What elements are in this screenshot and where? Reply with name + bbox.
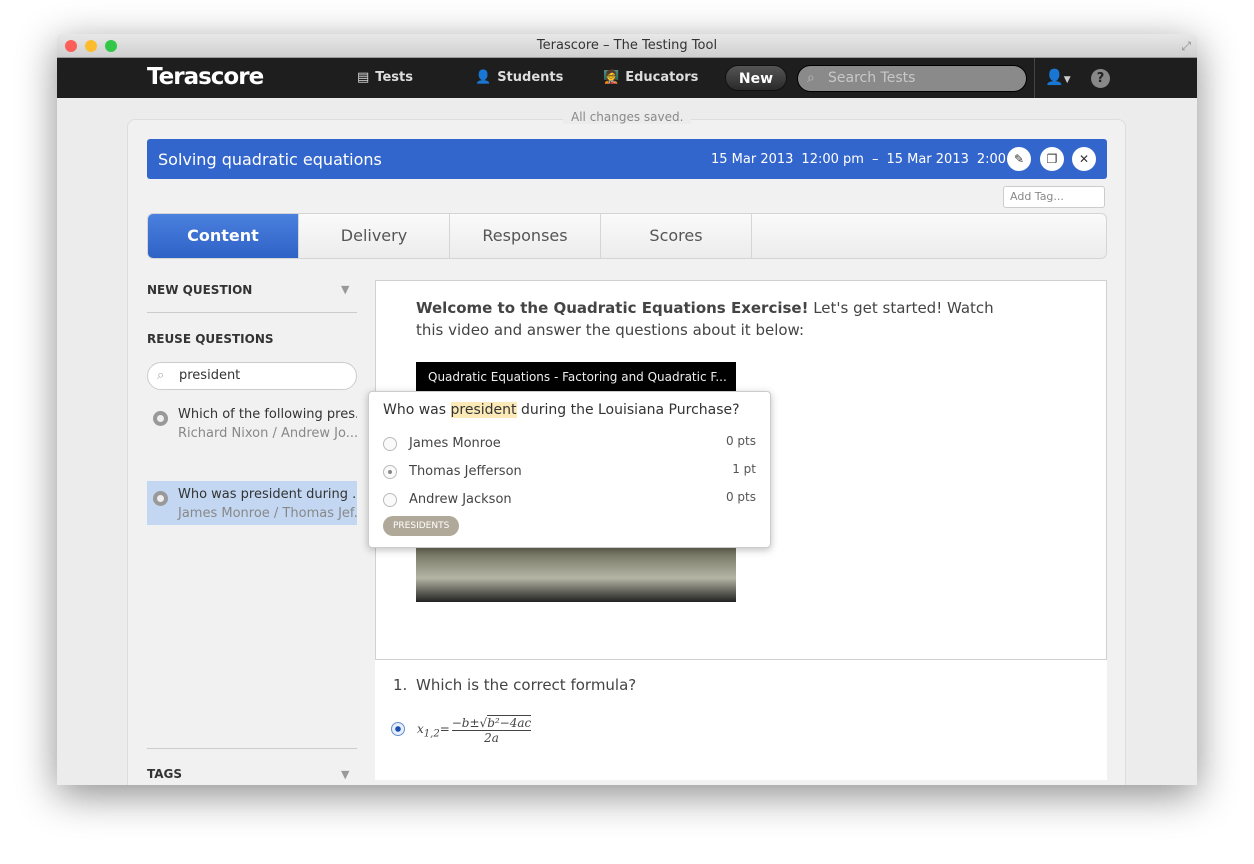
student-icon: 👤 bbox=[475, 70, 492, 85]
q-pre: Who was bbox=[383, 402, 451, 418]
chevron-down-icon[interactable]: ▼ bbox=[341, 768, 349, 781]
radio-icon bbox=[383, 436, 397, 451]
option-points: 0 pts bbox=[725, 434, 756, 448]
user-menu-icon[interactable]: 👤▼ bbox=[1045, 68, 1071, 86]
nav-tests-label: Tests bbox=[375, 70, 413, 85]
help-icon[interactable]: ? bbox=[1091, 69, 1110, 88]
app-window: Terascore – The Testing Tool ⤢ Terascore… bbox=[57, 34, 1197, 785]
question-type-icon bbox=[153, 411, 168, 426]
date-dash: – bbox=[871, 152, 879, 167]
edit-brush-button[interactable]: ✎ bbox=[1007, 147, 1031, 171]
divider bbox=[147, 748, 357, 749]
option-label: James Monroe bbox=[409, 436, 501, 451]
question-text[interactable]: Which is the correct formula? bbox=[416, 676, 636, 694]
start-date: 15 Mar 2013 bbox=[711, 152, 794, 167]
tab-delivery[interactable]: Delivery bbox=[299, 214, 450, 258]
top-nav: Terascore ▤ Tests 👤 Students 🧑‍🏫 Educators … bbox=[57, 58, 1197, 104]
tab-bar: Content Delivery Responses Scores bbox=[147, 213, 1107, 259]
reuse-result-item[interactable]: Which of the following pres... Richard N… bbox=[147, 401, 357, 445]
delete-button[interactable]: ✕ bbox=[1072, 147, 1096, 171]
result-answers: Richard Nixon / Andrew Jo... bbox=[178, 426, 357, 441]
radio-checked-icon bbox=[383, 464, 397, 479]
preview-option-correct: Thomas Jefferson bbox=[383, 464, 522, 479]
option-label: Andrew Jackson bbox=[409, 492, 512, 507]
quadratic-formula-image: x1,2= −b±√b²−4ac 2a bbox=[417, 715, 532, 745]
nav-educators-label: Educators bbox=[625, 70, 699, 85]
question-number: 1. bbox=[393, 676, 408, 694]
logo: Terascore bbox=[147, 64, 264, 90]
option-points: 0 pts bbox=[725, 490, 756, 504]
save-status: All changes saved. bbox=[563, 110, 692, 124]
minimize-window-button[interactable] bbox=[85, 40, 97, 52]
radio-icon bbox=[383, 492, 397, 507]
preview-option: James Monroe bbox=[383, 436, 501, 451]
tags-header[interactable]: TAGS bbox=[147, 767, 182, 781]
result-title: Which of the following pres... bbox=[178, 407, 357, 422]
nav-divider bbox=[1034, 58, 1035, 98]
search-icon: ⌕ bbox=[157, 368, 165, 383]
reuse-search-value: president bbox=[179, 368, 241, 383]
reuse-questions-header: REUSE QUESTIONS bbox=[147, 332, 274, 346]
start-time: 12:00 pm bbox=[801, 152, 864, 167]
tag-badge: PRESIDENTS bbox=[383, 516, 460, 536]
question-preview-popover: Who was president during the Louisiana P… bbox=[368, 391, 771, 548]
close-window-button[interactable] bbox=[65, 40, 77, 52]
add-tag-input[interactable]: Add Tag... bbox=[1003, 186, 1105, 208]
tab-content[interactable]: Content bbox=[148, 214, 299, 258]
answer-radio-selected[interactable] bbox=[391, 722, 405, 736]
nav-students-label: Students bbox=[497, 70, 564, 85]
question-area: 1. Which is the correct formula? x1,2= −b… bbox=[375, 660, 1107, 780]
q-post: during the Louisiana Purchase? bbox=[516, 402, 740, 418]
search-highlight: president bbox=[450, 402, 517, 418]
title-bar: Terascore – The Testing Tool ⤢ bbox=[57, 34, 1197, 58]
reuse-search-input[interactable]: ⌕ president bbox=[147, 362, 357, 390]
question-type-icon bbox=[153, 491, 168, 506]
chevron-down-icon[interactable]: ▼ bbox=[341, 283, 349, 296]
test-schedule[interactable]: 15 Mar 2013 12:00 pm –15 Mar 2013 2:00 pm bbox=[711, 152, 1031, 167]
zoom-window-button[interactable] bbox=[105, 40, 117, 52]
search-icon: ⌕ bbox=[807, 70, 815, 86]
fullscreen-icon[interactable]: ⤢ bbox=[1181, 34, 1191, 58]
list-icon: ▤ bbox=[357, 70, 370, 85]
nav-educators[interactable]: 🧑‍🏫 Educators bbox=[603, 70, 698, 85]
new-button[interactable]: New bbox=[725, 65, 787, 91]
search-placeholder: Search Tests bbox=[828, 70, 916, 86]
tab-responses[interactable]: Responses bbox=[450, 214, 601, 258]
reuse-result-item-selected[interactable]: Who was president during ... James Monro… bbox=[147, 481, 357, 525]
result-title: Who was president during ... bbox=[178, 487, 357, 502]
divider bbox=[147, 312, 357, 313]
search-tests-input[interactable]: ⌕ Search Tests bbox=[797, 65, 1027, 92]
test-title[interactable]: Solving quadratic equations bbox=[158, 150, 382, 169]
nav-students[interactable]: 👤 Students bbox=[475, 70, 563, 85]
copy-button[interactable]: ❐ bbox=[1040, 147, 1064, 171]
end-date: 15 Mar 2013 bbox=[886, 152, 969, 167]
nav-tests[interactable]: ▤ Tests bbox=[357, 70, 413, 85]
option-label: Thomas Jefferson bbox=[409, 464, 522, 479]
window-title: Terascore – The Testing Tool bbox=[536, 38, 718, 53]
video-title[interactable]: Quadratic Equations - Factoring and Quad… bbox=[416, 362, 736, 392]
preview-option: Andrew Jackson bbox=[383, 492, 512, 507]
test-header: Solving quadratic equations 15 Mar 2013 1… bbox=[147, 139, 1107, 179]
new-question-header[interactable]: NEW QUESTION bbox=[147, 283, 252, 297]
intro-text: Welcome to the Quadratic Equations Exerc… bbox=[416, 297, 1016, 341]
content-area: All changes saved. Solving quadratic equ… bbox=[57, 98, 1197, 785]
preview-question: Who was president during the Louisiana P… bbox=[383, 402, 740, 418]
result-answers: James Monroe / Thomas Jef... bbox=[178, 506, 357, 521]
intro-bold: Welcome to the Quadratic Equations Exerc… bbox=[416, 299, 809, 317]
educator-icon: 🧑‍🏫 bbox=[603, 70, 620, 85]
option-points: 1 pt bbox=[732, 462, 756, 476]
tab-scores[interactable]: Scores bbox=[601, 214, 752, 258]
